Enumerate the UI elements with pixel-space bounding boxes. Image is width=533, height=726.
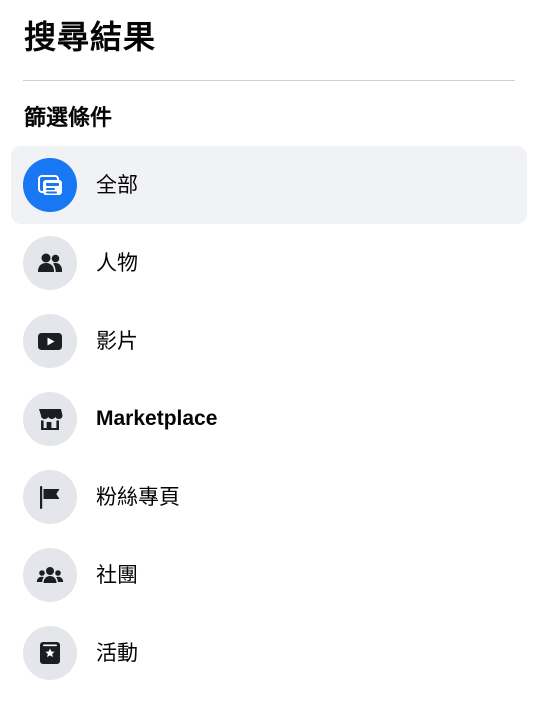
- filter-label-groups: 社團: [96, 563, 138, 587]
- filter-item-videos[interactable]: 影片: [11, 302, 527, 380]
- page-flag-icon: [23, 470, 77, 524]
- filter-label-pages: 粉絲專頁: [96, 485, 180, 509]
- filter-item-pages[interactable]: 粉絲專頁: [11, 458, 527, 536]
- divider: [23, 80, 515, 81]
- all-results-icon: [23, 158, 77, 212]
- video-play-icon: [23, 314, 77, 368]
- filter-label-events: 活動: [96, 641, 138, 665]
- event-star-icon: [23, 626, 77, 680]
- filter-item-all[interactable]: 全部: [11, 146, 527, 224]
- filter-label-people: 人物: [96, 251, 138, 275]
- search-filters-panel: 搜尋結果 篩選條件 全部 人物 影片 Marketplace 粉絲專頁 社團 活…: [0, 0, 533, 726]
- filter-item-groups[interactable]: 社團: [11, 536, 527, 614]
- filter-label-all: 全部: [96, 173, 138, 197]
- filter-label-videos: 影片: [96, 329, 138, 353]
- page-title: 搜尋結果: [24, 18, 157, 56]
- filter-item-people[interactable]: 人物: [11, 224, 527, 302]
- filter-item-events[interactable]: 活動: [11, 614, 527, 692]
- marketplace-shop-icon: [23, 392, 77, 446]
- filters-section-title: 篩選條件: [24, 106, 113, 131]
- people-icon: [23, 236, 77, 290]
- filter-label-marketplace: Marketplace: [96, 407, 218, 430]
- filter-list: 全部 人物 影片 Marketplace 粉絲專頁 社團 活動: [11, 146, 527, 692]
- filter-item-marketplace[interactable]: Marketplace: [11, 380, 527, 458]
- groups-icon: [23, 548, 77, 602]
